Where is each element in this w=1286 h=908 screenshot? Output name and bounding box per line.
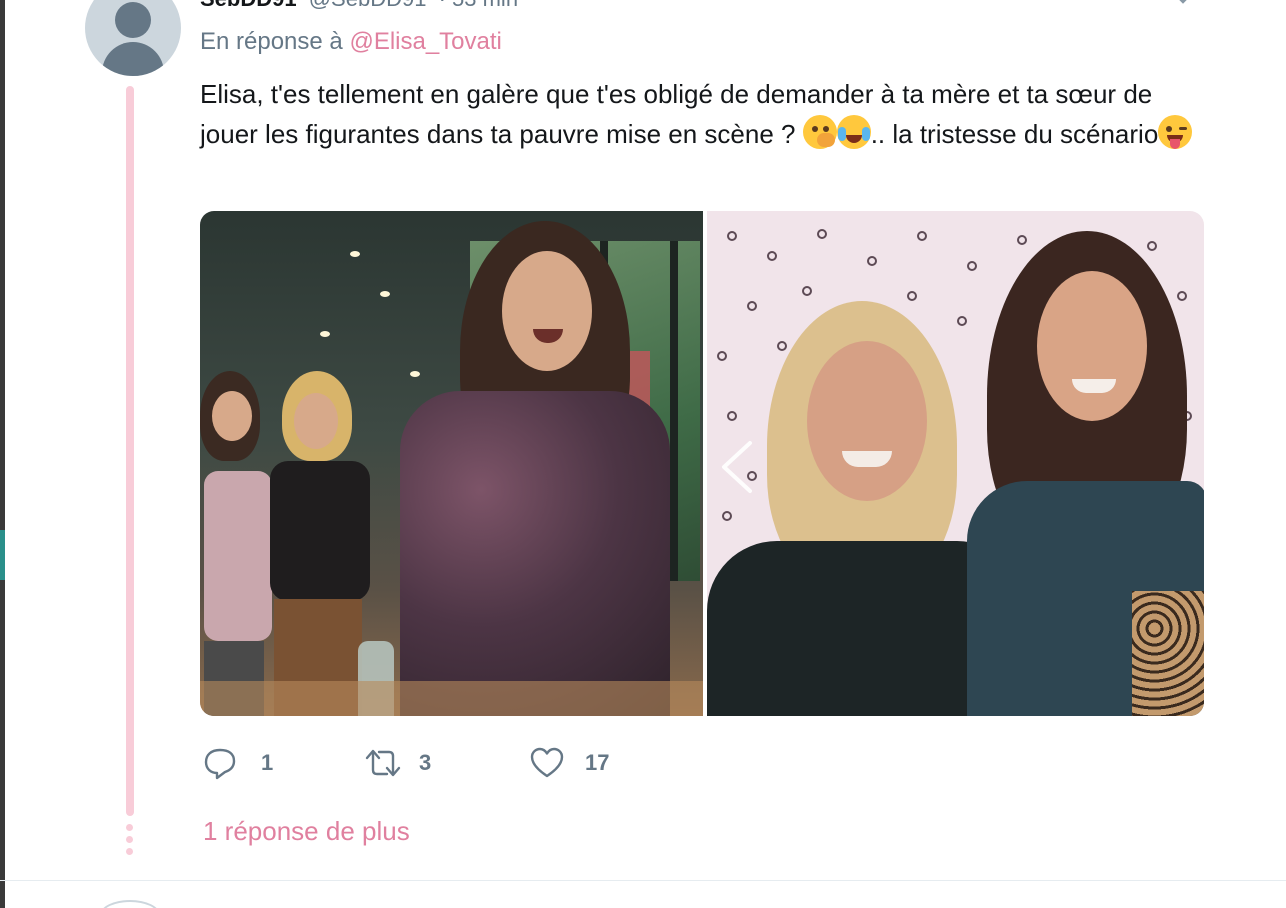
avatar[interactable] — [85, 0, 181, 76]
media-gallery — [200, 211, 1204, 716]
winking-tongue-emoji — [1158, 115, 1193, 149]
retweet-button[interactable]: 3 — [363, 740, 431, 786]
chevron-down-icon[interactable] — [1173, 0, 1193, 4]
reply-context: En réponse à @Elisa_Tovati — [200, 28, 502, 56]
person-elisa — [967, 231, 1204, 716]
reply-mention-link[interactable]: @Elisa_Tovati — [349, 28, 501, 55]
tweet-text-part2: .. la tristesse du scénario — [870, 119, 1159, 149]
reply-icon — [204, 748, 236, 780]
like-count: 17 — [585, 750, 610, 775]
person-main — [370, 221, 680, 716]
more-replies-link[interactable]: 1 réponse de plus — [203, 816, 410, 847]
retweet-icon — [365, 749, 401, 777]
tears-of-joy-emoji — [836, 115, 871, 149]
retweet-count: 3 — [419, 750, 432, 775]
tweet-separator — [0, 880, 1286, 881]
person-middle — [260, 371, 370, 716]
photo-left[interactable] — [200, 211, 703, 716]
tweet[interactable]: SebDD91 @SebDD91 · 53 min En réponse à @… — [5, 0, 1286, 880]
author-name[interactable]: SebDD91 — [200, 0, 297, 11]
carousel-prev-icon[interactable] — [712, 439, 762, 495]
next-tweet-avatar[interactable] — [100, 900, 160, 908]
tweet-text: Elisa, t'es tellement en galère que t'es… — [200, 74, 1210, 154]
photo-right[interactable] — [707, 211, 1204, 716]
tweet-header: SebDD91 @SebDD91 · 53 min — [200, 0, 518, 11]
thread-line — [126, 86, 134, 816]
author-handle[interactable]: @SebDD91 — [309, 0, 427, 11]
hand-over-mouth-emoji — [802, 115, 837, 149]
reply-prefix: En réponse à — [200, 28, 343, 55]
timestamp[interactable]: · 53 min — [439, 0, 518, 11]
reply-button[interactable]: 1 — [203, 740, 273, 786]
like-button[interactable]: 17 — [529, 740, 609, 786]
heart-icon — [530, 747, 564, 778]
thread-dots — [126, 824, 134, 860]
reply-count: 1 — [261, 750, 274, 775]
